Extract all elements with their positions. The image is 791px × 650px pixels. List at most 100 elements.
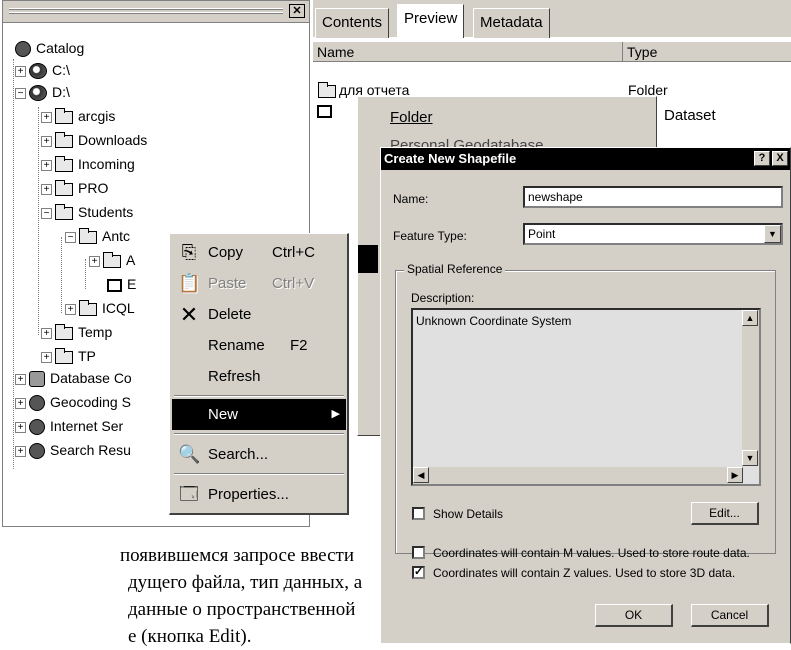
expand-icon[interactable]: + [15,65,26,77]
expand-icon[interactable]: + [15,373,26,385]
description-box[interactable]: Unknown Coordinate System ▲ ▼ ◀ ▶ [411,308,761,486]
tree-item[interactable]: + Geocoding S [15,391,131,413]
collapse-icon[interactable]: − [15,87,26,99]
tree-item-label: C:\ [52,62,70,78]
chevron-down-icon[interactable]: ▼ [764,225,781,243]
tree-item-label: Temp [78,324,113,340]
expand-icon[interactable]: + [41,159,52,171]
paste-icon: 📋 [178,273,201,293]
tab-contents[interactable]: Contents [315,8,390,38]
column-header-name[interactable]: Name [313,42,623,62]
tree-item[interactable]: + TP [41,345,96,367]
menu-item-copy[interactable]: ⎘ Copy Ctrl+C [172,237,346,268]
horizontal-scrollbar[interactable]: ◀ ▶ [413,467,743,484]
close-button[interactable]: X [772,151,788,166]
feature-type-value: Point [528,227,556,241]
copy-icon: ⎘ [181,242,197,262]
disk-icon [29,63,47,80]
tree-item-label: E [127,276,137,292]
tree-item[interactable]: − D:\ [15,81,70,103]
search-results-icon [29,443,45,460]
scroll-up-icon[interactable]: ▲ [742,310,758,326]
menu-separator [174,473,344,475]
m-values-checkbox[interactable] [412,546,425,559]
help-button[interactable]: ? [754,151,770,166]
expand-icon[interactable]: + [89,255,100,267]
tree-item[interactable]: + C:\ [15,59,70,81]
tree-item[interactable]: + A [89,249,135,271]
name-input[interactable]: newshape [523,186,783,208]
expand-icon[interactable]: + [41,135,52,147]
tree-item-label: Antc [102,228,131,244]
cancel-button[interactable]: Cancel [691,604,769,627]
tree-item[interactable]: + Downloads [41,129,147,151]
doc-line: е (кнопка Edit). [128,626,252,647]
menu-item-label: Refresh [208,368,261,385]
tree-item-label: TP [78,348,96,364]
expand-icon[interactable]: + [65,303,76,315]
z-values-checkbox[interactable]: ✓ [412,566,425,579]
doc-line: появившемся запросе ввести [120,545,354,566]
folder-icon [55,155,73,172]
delete-icon: ✕ [179,302,199,327]
menu-item-delete[interactable]: ✕ Delete [172,299,346,330]
collapse-icon[interactable]: − [41,207,52,219]
menu-item-rename[interactable]: Rename F2 [172,330,346,361]
tree-item[interactable]: E [103,273,136,295]
submenu-item-folder[interactable]: Folder [390,109,433,126]
submenu-arrow-icon: ▶ [331,408,340,420]
folder-icon [103,251,121,268]
scroll-down-icon[interactable]: ▼ [742,450,758,466]
scroll-left-icon[interactable]: ◀ [413,467,429,483]
disk-icon [29,85,47,102]
show-details-label: Show Details [433,507,504,521]
expand-icon[interactable]: + [41,351,52,363]
close-panel-button[interactable]: ✕ [289,4,305,18]
m-values-label: Coordinates will contain M values. Used … [433,546,750,560]
menu-item-new[interactable]: New ▶ [172,399,346,430]
column-header-type[interactable]: Type [623,42,791,62]
vertical-scrollbar[interactable]: ▲ ▼ [742,310,759,466]
tree-item[interactable]: + arcgis [41,105,115,127]
menu-separator [174,395,344,397]
show-details-checkbox[interactable] [412,507,425,520]
tree-item[interactable]: + Internet Ser [15,415,123,437]
tree-item[interactable]: + Temp [41,321,112,343]
doc-line: дущего файла, тип данных, а [128,572,363,593]
expand-icon[interactable]: + [15,397,26,409]
z-values-label: Coordinates will contain Z values. Used … [433,566,736,580]
dialog-title: Create New Shapefile [384,151,517,166]
database-icon [29,371,45,388]
tab-preview[interactable]: Preview [397,4,465,38]
feature-type-select[interactable]: Point ▼ [523,223,783,245]
menu-item-properties[interactable]: 🗔 Properties... [172,479,346,510]
expand-icon[interactable]: + [41,183,52,195]
tree-item-label: Internet Ser [50,418,124,434]
expand-icon[interactable]: + [41,327,52,339]
menu-item-label: Properties... [208,486,289,503]
scroll-right-icon[interactable]: ▶ [727,467,743,483]
tree-item[interactable]: + Database Co [15,367,132,389]
tree-item[interactable]: − Students [41,201,133,223]
dialog-titlebar[interactable]: Create New Shapefile ? X [381,148,790,170]
tree-item[interactable]: Catalog [15,37,84,59]
tree-item[interactable]: + ICQL [65,297,135,319]
ok-button[interactable]: OK [595,604,673,627]
tree-item[interactable]: + Search Resu [15,439,131,461]
tree-item-label: arcgis [78,108,116,124]
menu-item-paste[interactable]: 📋 Paste Ctrl+V [172,268,346,299]
expand-icon[interactable]: + [15,421,26,433]
panel-titlebar[interactable]: ✕ [3,1,309,23]
collapse-icon[interactable]: − [65,231,76,243]
menu-item-search[interactable]: 🔍 Search... [172,439,346,470]
folder-label: Folder [390,109,433,126]
tree-item[interactable]: + Incoming [41,153,135,175]
tree-item[interactable]: − Antc [65,225,130,247]
tree-item[interactable]: + PRO [41,177,108,199]
edit-button[interactable]: Edit... [691,502,759,525]
expand-icon[interactable]: + [41,111,52,123]
menu-item-refresh[interactable]: Refresh [172,361,346,392]
expand-icon[interactable]: + [15,445,26,457]
list-item[interactable] [313,100,336,120]
tab-metadata[interactable]: Metadata [473,8,550,38]
